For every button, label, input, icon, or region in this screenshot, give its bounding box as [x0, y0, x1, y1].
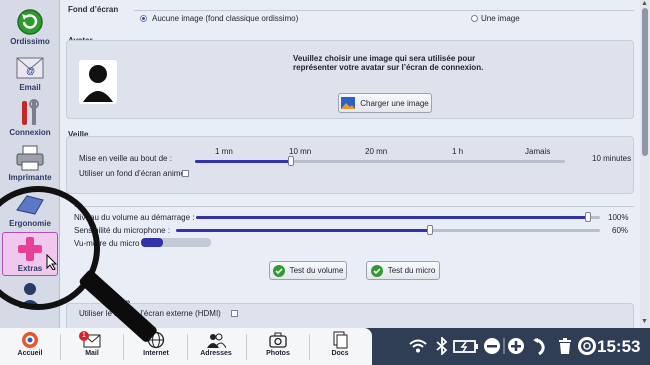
image-icon	[341, 97, 356, 109]
sidebar-item-email[interactable]: @ Email	[2, 52, 58, 96]
tab-accueil[interactable]: Accueil	[2, 328, 58, 365]
wifi-icon[interactable]	[409, 337, 427, 355]
radio-image[interactable]	[471, 15, 478, 22]
documents-icon	[333, 331, 348, 349]
tab-label: Accueil	[17, 350, 43, 357]
tab-label: Photos	[266, 350, 290, 357]
taskbar: Accueil 1 Mail Internet Adresses Photos …	[0, 328, 650, 365]
bluetooth-icon[interactable]	[433, 337, 451, 355]
trash-icon[interactable]	[556, 337, 574, 355]
scrollbar-thumb[interactable]	[642, 8, 648, 156]
avatar-message-line2: représenter votre avatar sur l’écran de …	[293, 63, 484, 72]
ordissimo-logo-icon	[22, 332, 38, 348]
volume-value: 100%	[608, 213, 629, 222]
microphone-slider-knob[interactable]	[427, 225, 433, 235]
sidebar-item-label: Email	[19, 83, 41, 92]
test-volume-label: Test du volume	[289, 266, 344, 275]
taskbar-tabs: Accueil 1 Mail Internet Adresses Photos …	[0, 328, 372, 365]
tab-label: Docs	[331, 350, 349, 357]
test-micro-button[interactable]: Test du micro	[366, 261, 440, 280]
tray-separator	[503, 338, 505, 354]
scroll-down-icon[interactable]: ▼	[641, 318, 648, 325]
camera-icon	[269, 332, 287, 348]
veille-label: Mise en veille au bout de :	[79, 154, 172, 163]
sidebar-item-imprimante[interactable]: Imprimante	[2, 142, 58, 186]
scroll-up-icon[interactable]: ▲	[641, 0, 648, 7]
back-arrow-icon	[17, 9, 43, 35]
settings-panel: Fond d’écran Aucune image (fond classiqu…	[62, 0, 640, 328]
veille-value: 10 minutes	[592, 154, 632, 163]
test-micro-label: Test du micro	[387, 266, 436, 275]
sidebar-item-label: Connexion	[9, 128, 51, 137]
tab-mail[interactable]: 1 Mail	[64, 328, 120, 365]
sidebar-item-label: Imprimante	[8, 173, 52, 182]
scrollbar[interactable]: ▲ ▼	[640, 0, 650, 328]
sidebar-item-label: Ordissimo	[10, 37, 50, 46]
check-icon	[272, 264, 285, 277]
section-title-fond: Fond d’écran	[68, 5, 119, 14]
mic-meter-fill	[141, 238, 163, 247]
mouse-cursor-icon	[46, 254, 58, 270]
sidebar-item-connexion[interactable]: Connexion	[2, 97, 58, 141]
veille-tick-10mn: 10 mn	[289, 147, 312, 156]
tab-separator	[309, 334, 310, 360]
radio-no-image-label: Aucune image (fond classique ordissimo)	[152, 14, 299, 23]
sidebar-item-ordissimo[interactable]: Ordissimo	[2, 6, 58, 50]
tab-separator	[123, 334, 124, 360]
divider	[134, 10, 634, 11]
svg-text:@: @	[26, 66, 35, 76]
tab-adresses[interactable]: Adresses	[188, 328, 244, 365]
envelope-icon: @	[16, 57, 44, 79]
veille-panel: Mise en veille au bout de : 1 mn 10 mn 2…	[66, 136, 634, 194]
battery-icon[interactable]	[453, 337, 479, 355]
veille-slider-fill	[195, 160, 291, 163]
tab-docs[interactable]: Docs	[312, 328, 368, 365]
help-lifebuoy-icon[interactable]	[578, 337, 596, 355]
avatar-panel: Veuillez choisir une image qui sera util…	[66, 40, 634, 119]
mail-unread-badge: 1	[79, 331, 89, 341]
hdmi-sound-label: Utiliser le son de l’écran externe (HDMI…	[79, 309, 221, 318]
avatar-placeholder-icon	[79, 60, 117, 104]
volume-down-icon[interactable]	[483, 337, 501, 355]
volume-slider-fill	[196, 216, 588, 219]
avatar-message-line1: Veuillez choisir une image qui sera util…	[293, 54, 476, 63]
tab-label: Adresses	[200, 350, 232, 357]
printer-icon	[16, 145, 44, 171]
tab-separator	[246, 334, 247, 360]
clock: 15:53	[597, 337, 641, 356]
veille-tick-jamais: Jamais	[525, 147, 551, 156]
tools-icon	[22, 99, 39, 125]
divider	[74, 206, 634, 207]
check-icon	[370, 264, 383, 277]
volume-slider-knob[interactable]	[585, 212, 591, 222]
radio-image-label: Une image	[481, 14, 520, 23]
veille-tick-1mn: 1 mn	[215, 147, 233, 156]
veille-tick-20mn: 20 mn	[365, 147, 388, 156]
test-volume-button[interactable]: Test du volume	[269, 261, 347, 280]
microphone-slider-fill	[176, 229, 430, 232]
hdmi-sound-checkbox[interactable]	[231, 310, 238, 317]
volume-up-icon[interactable]	[507, 337, 525, 355]
animated-wallpaper-checkbox[interactable]	[182, 170, 189, 177]
animated-wallpaper-label: Utiliser un fond d’écran animé.	[79, 169, 188, 178]
tab-photos[interactable]: Photos	[250, 328, 306, 365]
undo-icon[interactable]	[531, 337, 549, 355]
radio-no-image[interactable]	[140, 15, 147, 22]
tab-label: Internet	[143, 350, 169, 357]
veille-tick-1h: 1 h	[452, 147, 464, 156]
mic-meter	[141, 238, 211, 247]
load-image-button[interactable]: Charger une image	[338, 93, 432, 113]
microphone-value: 60%	[612, 226, 629, 235]
veille-slider-knob[interactable]	[288, 156, 294, 166]
tab-label: Mail	[85, 350, 99, 357]
tab-separator	[60, 334, 61, 360]
contacts-icon	[207, 333, 226, 349]
load-image-label: Charger une image	[360, 98, 429, 108]
